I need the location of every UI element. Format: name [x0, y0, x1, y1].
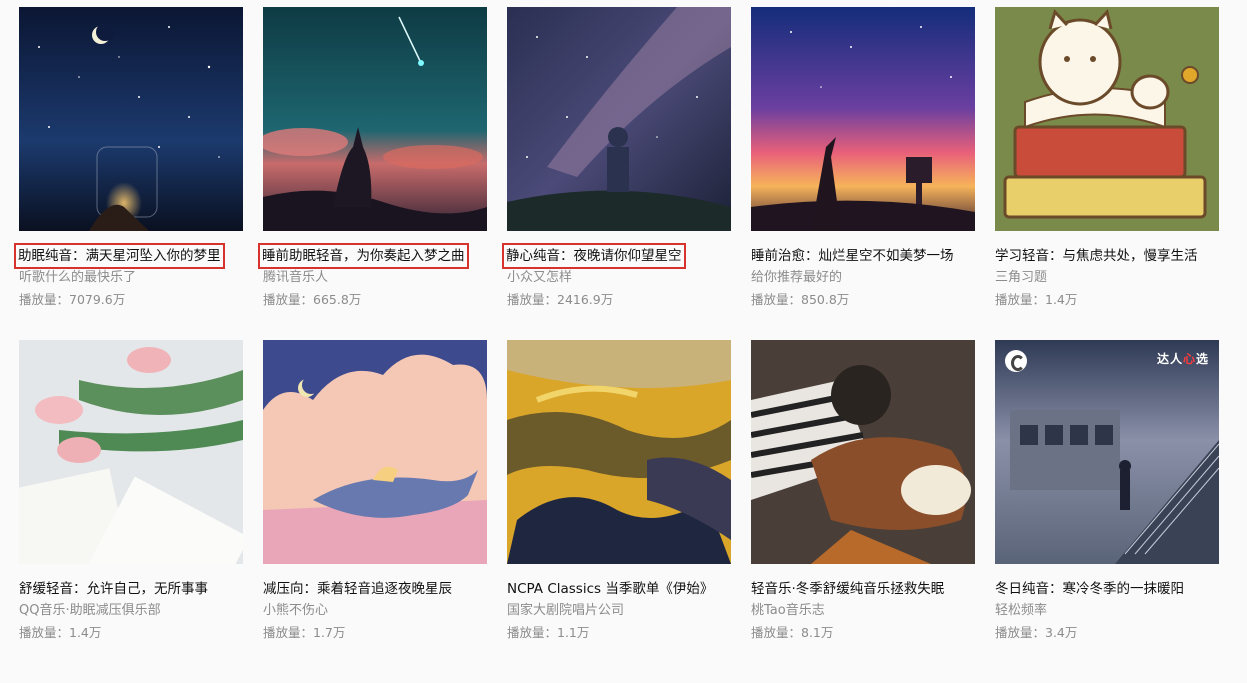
playlist-cover-milky-way[interactable]	[507, 7, 731, 231]
playlist-creator[interactable]: 国家大剧院唱片公司	[507, 600, 731, 622]
play-count: 播放量：850.8万	[751, 292, 850, 307]
play-count: 播放量：8.1万	[751, 625, 834, 640]
playlist-title[interactable]: 学习轻音：与焦虑共处，慢享生活	[995, 245, 1198, 267]
playlist-cover-comet-sky[interactable]	[263, 7, 487, 231]
playlist-creator[interactable]: 轻松频率	[995, 600, 1219, 622]
playlist-card[interactable]: 学习轻音：与焦虑共处，慢享生活 三角习题 播放量：1.4万	[995, 7, 1219, 311]
playlist-card[interactable]: 达人心选 冬日纯音：寒冷冬季的一抹暖阳 轻松频率 播放量：3.4万	[995, 340, 1219, 644]
playlist-title[interactable]: 静心纯音：夜晚请你仰望星空	[502, 243, 686, 269]
playlist-title[interactable]: 睡前助眠轻音，为你奏起入梦之曲	[258, 243, 469, 269]
play-count: 播放量：1.1万	[507, 625, 590, 640]
playlist-creator[interactable]: QQ音乐·助眠减压俱乐部	[19, 600, 243, 622]
playlist-card[interactable]: 静心纯音：夜晚请你仰望星空 小众又怎样 播放量：2416.9万	[502, 7, 731, 311]
playlist-card[interactable]: 减压向：乘着轻音追逐夜晚星辰 小熊不伤心 播放量：1.7万	[263, 340, 487, 644]
playlist-cover-stairs-station[interactable]: 达人心选	[995, 340, 1219, 564]
play-count: 播放量：2416.9万	[507, 292, 614, 307]
playlist-card[interactable]: 助眠纯音：满天星河坠入你的梦里 听歌什么的最快乐了 播放量：7079.6万	[14, 7, 243, 311]
playlist-card[interactable]: NCPA Classics 当季歌单《伊始》 国家大剧院唱片公司 播放量：1.1…	[507, 340, 731, 644]
playlist-card[interactable]: 睡前治愈：灿烂星空不如美梦一场 给你推荐最好的 播放量：850.8万	[751, 7, 975, 311]
curator-pick-badge: 达人心选	[1156, 352, 1209, 366]
playlist-creator[interactable]: 小熊不伤心	[263, 600, 487, 622]
playlist-card[interactable]: 轻音乐·冬季舒缓纯音乐拯救失眠 桃Tao音乐志 播放量：8.1万	[751, 340, 975, 644]
playlist-title[interactable]: 舒缓轻音：允许自己，无所事事	[19, 578, 208, 600]
playlist-row-2: 舒缓轻音：允许自己，无所事事 QQ音乐·助眠减压俱乐部 播放量：1.4万 减压向…	[19, 340, 1229, 644]
playlist-cover-cat-books[interactable]	[995, 7, 1219, 231]
playlist-cover-starry-jar[interactable]	[19, 7, 243, 231]
playlist-creator[interactable]: 腾讯音乐人	[263, 267, 487, 289]
playlist-creator[interactable]: 桃Tao音乐志	[751, 600, 975, 622]
play-count: 播放量：665.8万	[263, 292, 362, 307]
playlist-cover-abstract-landscape[interactable]	[507, 340, 731, 564]
playlist-card[interactable]: 舒缓轻音：允许自己，无所事事 QQ音乐·助眠减压俱乐部 播放量：1.4万	[19, 340, 243, 644]
playlist-cover-tulips-book[interactable]	[19, 340, 243, 564]
playlist-cover-whale-clouds[interactable]	[263, 340, 487, 564]
playlist-title[interactable]: NCPA Classics 当季歌单《伊始》	[507, 578, 713, 600]
play-count: 播放量：3.4万	[995, 625, 1078, 640]
playlist-title[interactable]: 睡前治愈：灿烂星空不如美梦一场	[751, 245, 954, 267]
playlist-title[interactable]: 减压向：乘着轻音追逐夜晚星辰	[263, 578, 452, 600]
playlist-grid: 助眠纯音：满天星河坠入你的梦里 听歌什么的最快乐了 播放量：7079.6万 睡前…	[14, 7, 1229, 644]
playlist-creator[interactable]: 三角习题	[995, 267, 1219, 289]
play-count: 播放量：7079.6万	[19, 292, 126, 307]
playlist-title[interactable]: 轻音乐·冬季舒缓纯音乐拯救失眠	[751, 578, 944, 600]
playlist-cover-girl-dog[interactable]	[751, 340, 975, 564]
playlist-cover-sunset-tower[interactable]	[751, 7, 975, 231]
playlist-card[interactable]: 睡前助眠轻音，为你奏起入梦之曲 腾讯音乐人 播放量：665.8万	[258, 7, 487, 311]
play-count: 播放量：1.7万	[263, 625, 346, 640]
playlist-creator[interactable]: 给你推荐最好的	[751, 267, 975, 289]
play-count: 播放量：1.4万	[995, 292, 1078, 307]
playlist-creator[interactable]: 听歌什么的最快乐了	[19, 267, 243, 289]
playlist-title[interactable]: 冬日纯音：寒冷冬季的一抹暖阳	[995, 578, 1184, 600]
app-logo-icon	[1005, 350, 1027, 372]
playlist-title[interactable]: 助眠纯音：满天星河坠入你的梦里	[14, 243, 225, 269]
playlist-row-1: 助眠纯音：满天星河坠入你的梦里 听歌什么的最快乐了 播放量：7079.6万 睡前…	[14, 7, 1229, 311]
playlist-creator[interactable]: 小众又怎样	[507, 267, 731, 289]
play-count: 播放量：1.4万	[19, 625, 102, 640]
